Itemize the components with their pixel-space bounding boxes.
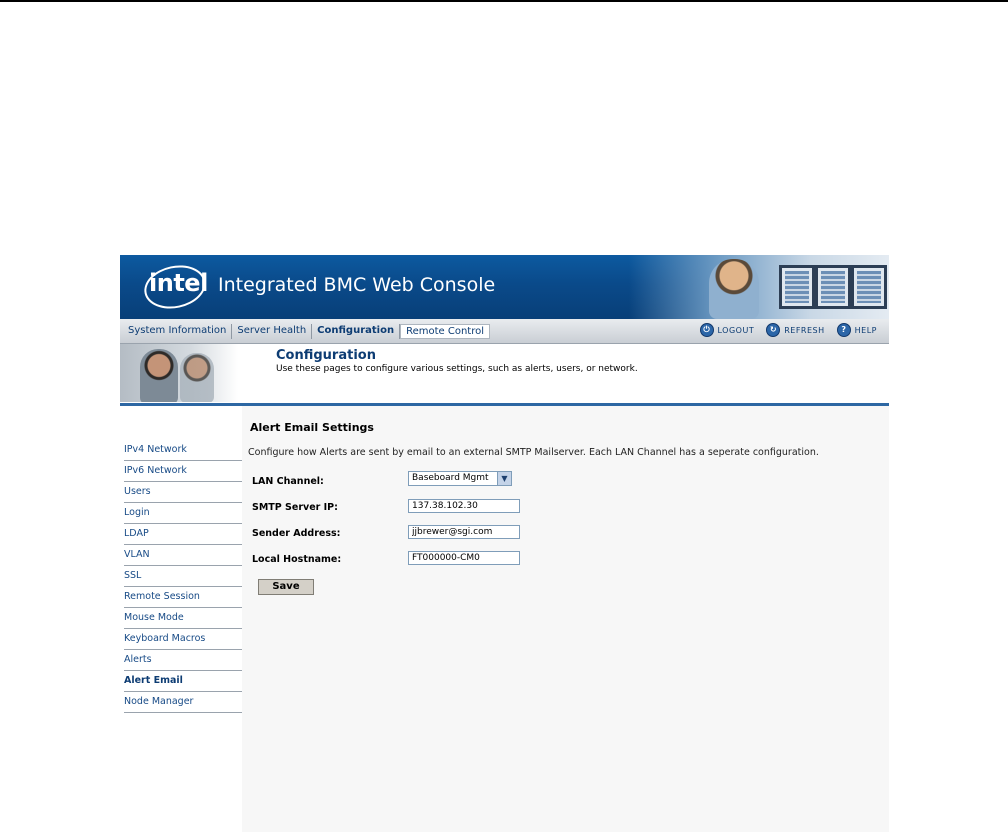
utility-links: ⏻ LOGOUT ↻ REFRESH ? HELP — [699, 323, 878, 337]
monitor-image — [851, 265, 887, 309]
app-title: Integrated BMC Web Console — [218, 274, 496, 296]
save-button[interactable]: Save — [258, 579, 314, 595]
tab-server-health[interactable]: Server Health — [232, 324, 313, 339]
main-content: Alert Email Settings Configure how Alert… — [242, 406, 889, 832]
bmc-console: intel Integrated BMC Web Console System … — [120, 255, 889, 832]
sidebar-item-ipv6-network[interactable]: IPv6 Network — [124, 461, 242, 482]
sender-address-label: Sender Address: — [252, 528, 341, 539]
section-title: Alert Email Settings — [250, 421, 374, 434]
monitor-image — [779, 265, 815, 309]
sidebar-item-ldap[interactable]: LDAP — [124, 524, 242, 545]
page-header: Configuration Use these pages to configu… — [120, 344, 889, 404]
sidebar-item-ssl[interactable]: SSL — [124, 566, 242, 587]
logout-icon: ⏻ — [699, 323, 714, 337]
logout-link[interactable]: ⏻ LOGOUT — [699, 323, 755, 337]
sidebar-item-alerts[interactable]: Alerts — [124, 650, 242, 671]
refresh-icon: ↻ — [766, 323, 781, 337]
page-top-rule — [0, 0, 1008, 2]
sidebar-item-ipv4-network[interactable]: IPv4 Network — [124, 440, 242, 461]
sidebar-item-users[interactable]: Users — [124, 482, 242, 503]
tab-remote-control[interactable]: Remote Control — [400, 324, 490, 339]
main-nav: System Information Server Health Configu… — [120, 319, 889, 344]
header-photo — [120, 344, 238, 402]
monitor-image — [815, 265, 851, 309]
operator-photo — [140, 349, 178, 402]
smtp-server-ip-label: SMTP Server IP: — [252, 502, 338, 513]
nav-tabs: System Information Server Health Configu… — [123, 324, 490, 339]
tab-system-information[interactable]: System Information — [123, 324, 233, 339]
lan-channel-value: Baseboard Mgmt — [412, 473, 489, 483]
help-label: HELP — [854, 325, 877, 335]
sidebar-item-mouse-mode[interactable]: Mouse Mode — [124, 608, 242, 629]
tab-configuration[interactable]: Configuration — [312, 324, 401, 339]
page-title: Configuration — [276, 348, 376, 363]
help-icon: ? — [836, 323, 851, 337]
sidebar-item-login[interactable]: Login — [124, 503, 242, 524]
sidebar-item-alert-email[interactable]: Alert Email — [124, 671, 242, 692]
sender-address-input[interactable] — [408, 525, 520, 539]
section-description: Configure how Alerts are sent by email t… — [248, 447, 819, 458]
sidebar-menu: IPv4 Network IPv6 Network Users Login LD… — [124, 440, 242, 713]
help-link[interactable]: ? HELP — [836, 323, 877, 337]
banner: intel Integrated BMC Web Console — [120, 255, 889, 319]
local-hostname-label: Local Hostname: — [252, 554, 342, 565]
local-hostname-input[interactable] — [408, 551, 520, 565]
refresh-link[interactable]: ↻ REFRESH — [766, 323, 824, 337]
sidebar-item-remote-session[interactable]: Remote Session — [124, 587, 242, 608]
operator-photo — [180, 353, 214, 402]
banner-photo — [629, 255, 889, 319]
sidebar: IPv4 Network IPv6 Network Users Login LD… — [120, 406, 242, 832]
sidebar-item-vlan[interactable]: VLAN — [124, 545, 242, 566]
refresh-label: REFRESH — [784, 325, 825, 335]
sidebar-item-keyboard-macros[interactable]: Keyboard Macros — [124, 629, 242, 650]
smtp-server-ip-input[interactable] — [408, 499, 520, 513]
chevron-down-icon[interactable]: ▼ — [497, 472, 511, 485]
page-description: Use these pages to configure various set… — [276, 364, 638, 374]
intel-logo: intel — [149, 269, 208, 297]
logout-label: LOGOUT — [717, 325, 755, 335]
lan-channel-label: LAN Channel: — [252, 476, 324, 487]
operator-photo — [709, 259, 759, 319]
lan-channel-select[interactable]: Baseboard Mgmt ▼ — [408, 471, 512, 486]
sidebar-item-node-manager[interactable]: Node Manager — [124, 692, 242, 713]
